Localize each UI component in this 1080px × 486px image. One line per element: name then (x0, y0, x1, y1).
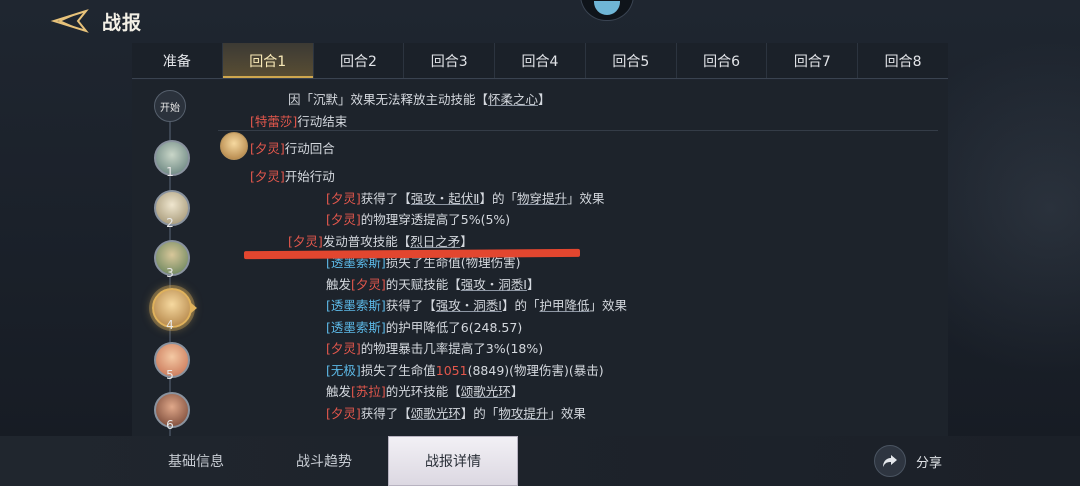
log-line: 因「沉默」效果无法释放主动技能【】怀柔之心】 (288, 92, 551, 107)
round-tab-bar: 准备 回合1 回合2 回合3 回合4 回合5 回合6 回合7 回合8 (132, 43, 948, 79)
log-line: [无极]损失了生命值1051(8849)(物理伤害)(暴击) (326, 363, 604, 378)
skill-link[interactable]: 颂歌光环 (461, 384, 511, 399)
skill-link[interactable]: 强攻・起伏Ⅱ (411, 191, 480, 206)
tab-round-7[interactable]: 回合7 (767, 43, 859, 78)
turn-number-1: 1 (166, 165, 174, 179)
battle-log-panel: 开始 1 2 3 4 5 6 因「沉默」效果无法释放主动技能【】怀柔之心】 [特… (132, 80, 948, 436)
tab-round-3[interactable]: 回合3 (404, 43, 496, 78)
turn-number-5: 5 (166, 368, 174, 382)
page-title: 战报 (102, 12, 143, 34)
tab-basic-info[interactable]: 基础信息 (132, 436, 260, 486)
log-line: [透墨索斯]获得了【强攻・洞悉Ⅰ】的「护甲降低」效果 (326, 298, 628, 313)
effect-link[interactable]: 物攻提升 (498, 406, 548, 421)
tab-battle-trend[interactable]: 战斗趋势 (260, 436, 388, 486)
log-line: 触发[夕灵]的天赋技能【强攻・洞悉Ⅰ】 (326, 277, 540, 292)
share-button[interactable]: 分享 (874, 445, 942, 477)
tab-prepare[interactable]: 准备 (132, 43, 223, 78)
skill-link[interactable]: 强攻・洞悉Ⅰ (436, 298, 502, 313)
log-line: [夕灵]获得了【颂歌光环】的「物攻提升」效果 (326, 406, 586, 421)
turn-number-3: 3 (166, 266, 174, 280)
tab-battle-details[interactable]: 战报详情 (388, 436, 518, 486)
timeline-start-button[interactable]: 开始 (154, 90, 186, 122)
effect-link[interactable]: 物穿提升 (517, 191, 567, 206)
log-line: [透墨索斯]的护甲降低了6(248.57) (326, 320, 523, 335)
share-icon (874, 445, 906, 477)
skill-link[interactable]: 强攻・洞悉Ⅰ (461, 277, 527, 292)
log-line: [夕灵]获得了【强攻・起伏Ⅱ】的「物穿提升」效果 (326, 191, 605, 206)
skill-link[interactable]: 怀柔之心 (488, 92, 538, 107)
turn-number-4: 4 (166, 318, 174, 332)
effect-link[interactable]: 护甲降低 (539, 298, 589, 313)
background-decoration (930, 40, 1080, 460)
turn-number-2: 2 (166, 216, 174, 230)
active-turn-indicator-icon (190, 302, 197, 314)
log-line: [特蕾莎]行动结束 (250, 114, 348, 129)
skill-link[interactable]: 烈日之矛 (410, 234, 460, 249)
log-line: [夕灵]的物理暴击几率提高了3%(18%) (326, 341, 544, 356)
skill-link[interactable]: 颂歌光环 (411, 406, 461, 421)
log-divider (218, 130, 938, 131)
log-line: [夕灵]的物理穿透提高了5%(5%) (326, 212, 511, 227)
back-arrow-icon (50, 9, 89, 33)
tab-round-4[interactable]: 回合4 (495, 43, 586, 78)
tab-round-8[interactable]: 回合8 (858, 43, 948, 78)
tab-round-6[interactable]: 回合6 (677, 43, 768, 78)
tab-round-2[interactable]: 回合2 (314, 43, 405, 78)
log-line: [夕灵]发动普攻技能【烈日之矛】 (288, 234, 473, 249)
tab-round-1[interactable]: 回合1 (222, 43, 314, 78)
log-line: [夕灵]开始行动 (250, 169, 335, 184)
turn-timeline: 开始 1 2 3 4 5 6 (132, 80, 210, 436)
hero-avatar-small (220, 132, 248, 160)
log-line: 触发[苏拉]的光环技能【颂歌光环】 (326, 384, 524, 399)
back-button[interactable] (44, 6, 94, 36)
log-line: [夕灵]行动回合 (250, 141, 335, 156)
bottom-tab-bar: 基础信息 战斗趋势 战报详情 (132, 436, 518, 486)
redaction-mark (243, 248, 581, 260)
top-emblem-icon (580, 0, 634, 21)
tab-round-5[interactable]: 回合5 (586, 43, 677, 78)
turn-number-6: 6 (166, 418, 174, 432)
share-label: 分享 (916, 455, 943, 471)
